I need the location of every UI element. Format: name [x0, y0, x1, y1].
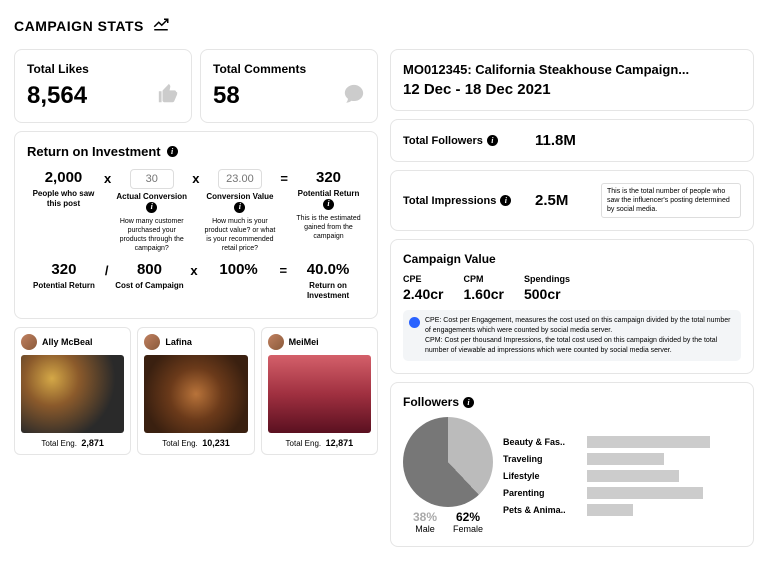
- roi-title: Return on Investment i: [27, 144, 365, 159]
- info-icon[interactable]: i: [146, 202, 157, 213]
- interest-bars: Beauty & Fas.. Traveling Lifestyle Paren…: [503, 436, 741, 516]
- post-image: [21, 355, 124, 433]
- info-icon[interactable]: i: [234, 202, 245, 213]
- comment-icon: [343, 83, 365, 110]
- info-icon[interactable]: i: [167, 146, 178, 157]
- page-header: CAMPAIGN STATS: [14, 14, 754, 37]
- likes-value: 8,564: [27, 82, 87, 110]
- influencer-card[interactable]: MeiMei Total Eng. 12,871: [261, 327, 378, 455]
- info-icon[interactable]: i: [463, 397, 474, 408]
- info-icon[interactable]: i: [487, 135, 498, 146]
- potential-return: 320: [292, 169, 365, 186]
- total-likes-card: Total Likes 8,564: [14, 49, 192, 123]
- actual-conversion-input[interactable]: [130, 169, 174, 189]
- post-image: [144, 355, 247, 433]
- influencer-list: Ally McBeal Total Eng. 2,871 Lafina Tota…: [14, 327, 378, 455]
- avatar: [268, 334, 284, 350]
- campaign-value-card: Campaign Value CPE 2.40cr CPM 1.60cr Spe…: [390, 239, 754, 374]
- comments-label: Total Comments: [213, 62, 365, 76]
- roi-percent: 40.0%: [291, 261, 365, 278]
- followers-chart-card: Followers i 38%Male 62%Female Beauty & F…: [390, 382, 754, 547]
- conversion-value-input[interactable]: [218, 169, 262, 189]
- thumbs-up-icon: [157, 83, 179, 110]
- avatar: [144, 334, 160, 350]
- likes-label: Total Likes: [27, 62, 179, 76]
- roi-card: Return on Investment i 2,000 People who …: [14, 131, 378, 319]
- comments-value: 58: [213, 82, 240, 110]
- info-icon[interactable]: i: [323, 199, 334, 210]
- gender-pie-chart: [403, 417, 493, 507]
- influencer-card[interactable]: Ally McBeal Total Eng. 2,871: [14, 327, 131, 455]
- avatar: [21, 334, 37, 350]
- page-title: CAMPAIGN STATS: [14, 18, 144, 34]
- total-followers-card: Total Followers i 11.8M: [390, 119, 754, 162]
- campaign-date: 12 Dec - 18 Dec 2021: [403, 81, 741, 98]
- chart-icon: [152, 14, 170, 37]
- definitions-box: CPE: Cost per Engagement, measures the c…: [403, 310, 741, 361]
- total-impressions-card: Total Impressions i 2.5M This is the tot…: [390, 170, 754, 231]
- campaign-title: MO012345: California Steakhouse Campaign…: [403, 62, 741, 77]
- influencer-card[interactable]: Lafina Total Eng. 10,231: [137, 327, 254, 455]
- impressions-tooltip: This is the total number of people who s…: [601, 183, 741, 218]
- post-image: [268, 355, 371, 433]
- info-icon[interactable]: i: [500, 195, 511, 206]
- campaign-header-card: MO012345: California Steakhouse Campaign…: [390, 49, 754, 111]
- total-comments-card: Total Comments 58: [200, 49, 378, 123]
- roi-views: 2,000: [27, 169, 100, 186]
- info-badge-icon: [409, 317, 420, 328]
